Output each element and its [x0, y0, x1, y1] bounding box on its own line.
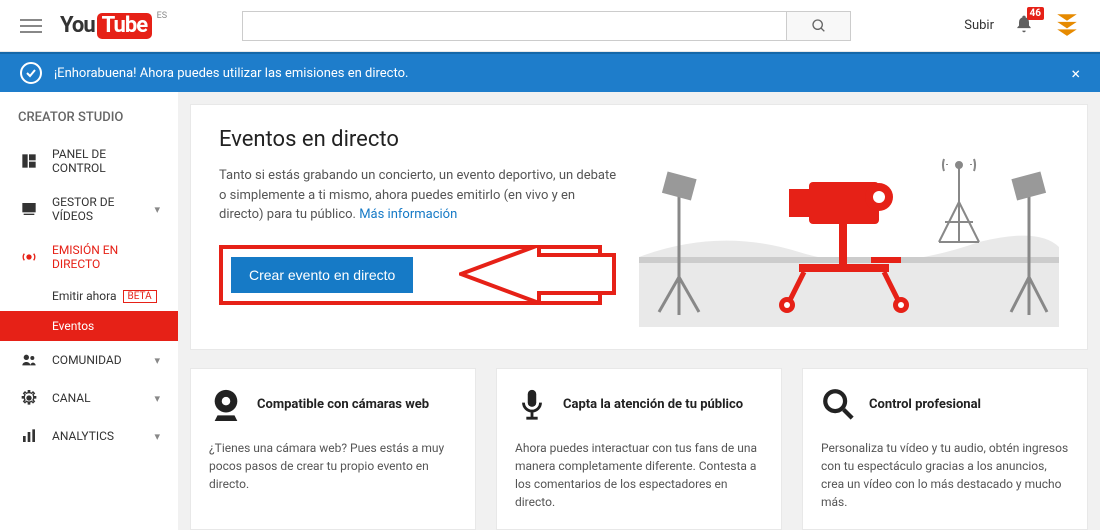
sidebar-item-label: Eventos: [52, 319, 94, 333]
video-manager-icon: [18, 200, 40, 218]
sidebar-item-label: COMUNIDAD: [52, 353, 154, 367]
create-live-event-button[interactable]: Crear evento en directo: [231, 257, 413, 293]
notifications-button[interactable]: 46: [1014, 13, 1034, 39]
sidebar-subitem-events[interactable]: Eventos: [0, 311, 178, 341]
sidebar-item-live[interactable]: EMISIÓN EN DIRECTO: [0, 233, 178, 281]
success-banner: ¡Enhorabuena! Ahora puedes utilizar las …: [0, 52, 1100, 92]
feature-title: Control profesional: [869, 397, 981, 412]
sidebar-item-community[interactable]: COMUNIDAD ▾: [0, 341, 178, 379]
hamburger-button[interactable]: [20, 15, 42, 37]
feature-title: Compatible con cámaras web: [257, 397, 429, 412]
hero-card: Eventos en directo Tanto si estás graban…: [190, 104, 1088, 350]
sidebar-item-analytics[interactable]: ANALYTICS ▾: [0, 417, 178, 455]
search-button[interactable]: [787, 11, 851, 41]
channel-icon: [18, 389, 40, 407]
annotation-arrow-icon: [459, 245, 619, 303]
chevron-down-icon: ▾: [154, 354, 160, 367]
sidebar-item-dashboard[interactable]: PANEL DE CONTROL: [0, 137, 178, 185]
sidebar: CREATOR STUDIO PANEL DE CONTROL GESTOR D…: [0, 92, 178, 530]
more-info-link[interactable]: Más información: [359, 207, 457, 222]
banner-close-button[interactable]: ×: [1071, 64, 1080, 83]
microphone-icon: [515, 387, 549, 421]
sidebar-item-label: Emitir ahora: [52, 289, 117, 303]
magnify-icon: [821, 387, 855, 421]
chevron-down-icon: ▾: [154, 430, 160, 443]
page-title: Eventos en directo: [219, 127, 619, 152]
live-icon: [18, 248, 40, 266]
community-icon: [18, 351, 40, 369]
sidebar-item-video-manager[interactable]: GESTOR DE VÍDEOS ▾: [0, 185, 178, 233]
apps-badge[interactable]: [1054, 11, 1080, 41]
banner-text: ¡Enhorabuena! Ahora puedes utilizar las …: [54, 66, 408, 81]
upload-button[interactable]: Subir: [964, 18, 994, 33]
beta-badge: BETA: [123, 290, 157, 303]
sidebar-item-label: ANALYTICS: [52, 429, 154, 443]
search-icon: [811, 18, 827, 34]
hero-description: Tanto si estás grabando un concierto, un…: [219, 166, 619, 225]
feature-text: Ahora puedes interactuar con tus fans de…: [515, 439, 763, 511]
feature-webcam: Compatible con cámaras web ¿Tienes una c…: [190, 368, 476, 530]
sidebar-item-label: EMISIÓN EN DIRECTO: [52, 243, 160, 271]
search-input[interactable]: [242, 11, 787, 41]
sidebar-item-label: GESTOR DE VÍDEOS: [52, 195, 154, 223]
sidebar-item-label: CANAL: [52, 391, 154, 405]
analytics-icon: [18, 427, 40, 445]
sidebar-subitem-stream-now[interactable]: Emitir ahora BETA: [0, 281, 178, 311]
feature-control: Control profesional Personaliza tu vídeo…: [802, 368, 1088, 530]
chevron-down-icon: ▾: [154, 392, 160, 405]
logo-region: ES: [157, 11, 167, 21]
dashboard-icon: [18, 152, 40, 170]
notif-count-badge: 46: [1027, 7, 1044, 20]
check-icon: [20, 62, 42, 84]
logo-you: You: [60, 13, 95, 38]
chevron-down-icon: ▾: [154, 203, 160, 216]
logo-tube: Tube: [97, 13, 152, 39]
hero-illustration: [639, 127, 1059, 327]
youtube-logo[interactable]: YouTube ES: [60, 13, 152, 39]
chevron-badge-icon: [1054, 11, 1080, 37]
webcam-icon: [209, 387, 243, 421]
feature-title: Capta la atención de tu público: [563, 397, 743, 412]
feature-audience: Capta la atención de tu público Ahora pu…: [496, 368, 782, 530]
sidebar-item-label: PANEL DE CONTROL: [52, 147, 160, 175]
sidebar-item-channel[interactable]: CANAL ▾: [0, 379, 178, 417]
feature-text: Personaliza tu vídeo y tu audio, obtén i…: [821, 439, 1069, 511]
sidebar-title: CREATOR STUDIO: [0, 92, 178, 137]
feature-text: ¿Tienes una cámara web? Pues estás a muy…: [209, 439, 457, 493]
